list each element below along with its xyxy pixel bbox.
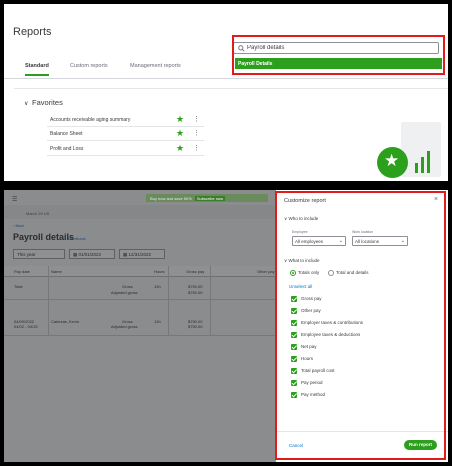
table-row: 04/09/2022 04/02 - 04/15 Cabezas, Kevin … <box>4 314 276 336</box>
adjusted-gross-cell: $750.00 <box>188 290 203 295</box>
promo-text: Buy now and save 50% <box>150 196 192 201</box>
gross-cell: $750.00 <box>188 284 203 289</box>
dimmed-report: Buy now and save 50% Subscribe now ☰ Marc… <box>4 190 276 462</box>
hours-cell: 13h <box>154 319 161 324</box>
chevron-down-icon: ∨ <box>24 101 29 107</box>
star-icon[interactable]: ★ <box>176 128 184 138</box>
divider <box>14 88 448 89</box>
header-date: March 29 US <box>26 211 50 216</box>
pay-date-cell: Total <box>14 284 23 289</box>
tab-custom-reports[interactable]: Custom reports <box>70 63 108 74</box>
period-value: This year <box>17 252 36 257</box>
page-title: Reports <box>13 26 52 38</box>
from-date-value: 01/01/2022 <box>78 252 102 257</box>
highlight-box <box>275 191 446 460</box>
report-illustration <box>401 122 441 177</box>
star-icon[interactable]: ★ <box>176 143 184 153</box>
from-date-field[interactable]: ▦ 01/01/2022 <box>69 249 115 259</box>
back-link[interactable]: ‹ Back <box>13 223 24 228</box>
favorite-star-illustration-icon: ★ <box>377 147 408 178</box>
more-options-icon[interactable]: ⋮ <box>193 144 200 153</box>
favorites-header[interactable]: ∨ Favorites <box>24 98 63 107</box>
table-row: Total Gross Adjusted gross 13h $750.00 $… <box>4 278 276 300</box>
period-select[interactable]: This year <box>13 249 65 259</box>
favorite-link[interactable]: Balance Sheet <box>50 131 83 137</box>
reports-page: Reports Payroll Details Standard Custom … <box>4 4 448 181</box>
promo-banner: Buy now and save 50% Subscribe now <box>146 194 268 202</box>
adjusted-gross-label: Adjusted gross <box>111 290 138 295</box>
adjusted-gross-label: Adjusted gross <box>111 324 138 329</box>
favorite-link[interactable]: Accounts receivable aging summary <box>50 117 130 123</box>
more-options-icon[interactable]: ⋮ <box>193 129 200 138</box>
column-header: Other pay <box>257 269 275 274</box>
payroll-details-page: Buy now and save 50% Subscribe now ☰ Marc… <box>4 190 448 462</box>
report-title: Payroll details <box>13 232 75 242</box>
adjusted-gross-cell: $750.00 <box>188 324 203 329</box>
column-header: Pay date <box>14 269 30 274</box>
column-header: Gross pay <box>186 269 205 274</box>
subscribe-button[interactable]: Subscribe now <box>194 196 226 201</box>
favorite-link[interactable]: Profit and Loss <box>50 146 83 152</box>
column-divider <box>168 266 169 336</box>
star-icon[interactable]: ★ <box>176 114 184 124</box>
column-divider <box>48 266 49 336</box>
favorite-row[interactable]: Profit and Loss ★ ⋮ <box>47 143 204 156</box>
column-header: Hours <box>154 269 165 274</box>
favorite-row[interactable]: Balance Sheet ★ ⋮ <box>47 128 204 141</box>
illustration-bar <box>415 163 418 173</box>
column-divider <box>210 266 211 336</box>
gross-label: Gross <box>122 284 133 289</box>
tab-management-reports[interactable]: Management reports <box>130 63 181 74</box>
more-options-icon[interactable]: ⋮ <box>193 115 200 124</box>
illustration-bar <box>427 151 430 173</box>
pay-period-cell: 04/02 - 04/15 <box>14 324 38 329</box>
menu-icon[interactable]: ☰ <box>12 196 17 203</box>
tab-standard[interactable]: Standard <box>25 63 49 76</box>
illustration-bar <box>421 157 424 173</box>
feedback-link[interactable]: Feedback <box>68 236 86 241</box>
to-date-value: 12/31/2022 <box>128 252 152 257</box>
table-header: Pay date Name Hours Gross pay Other pay <box>4 266 276 277</box>
report-tabs: Standard Custom reports Management repor… <box>4 61 448 79</box>
hours-cell: 13h <box>154 284 161 289</box>
employee-name-cell[interactable]: Cabezas, Kevin <box>51 319 79 324</box>
to-date-field[interactable]: ▦ 12/31/2022 <box>119 249 165 259</box>
favorite-row[interactable]: Accounts receivable aging summary ★ ⋮ <box>47 114 204 127</box>
favorites-title: Favorites <box>32 98 63 107</box>
column-header: Name <box>51 269 62 274</box>
